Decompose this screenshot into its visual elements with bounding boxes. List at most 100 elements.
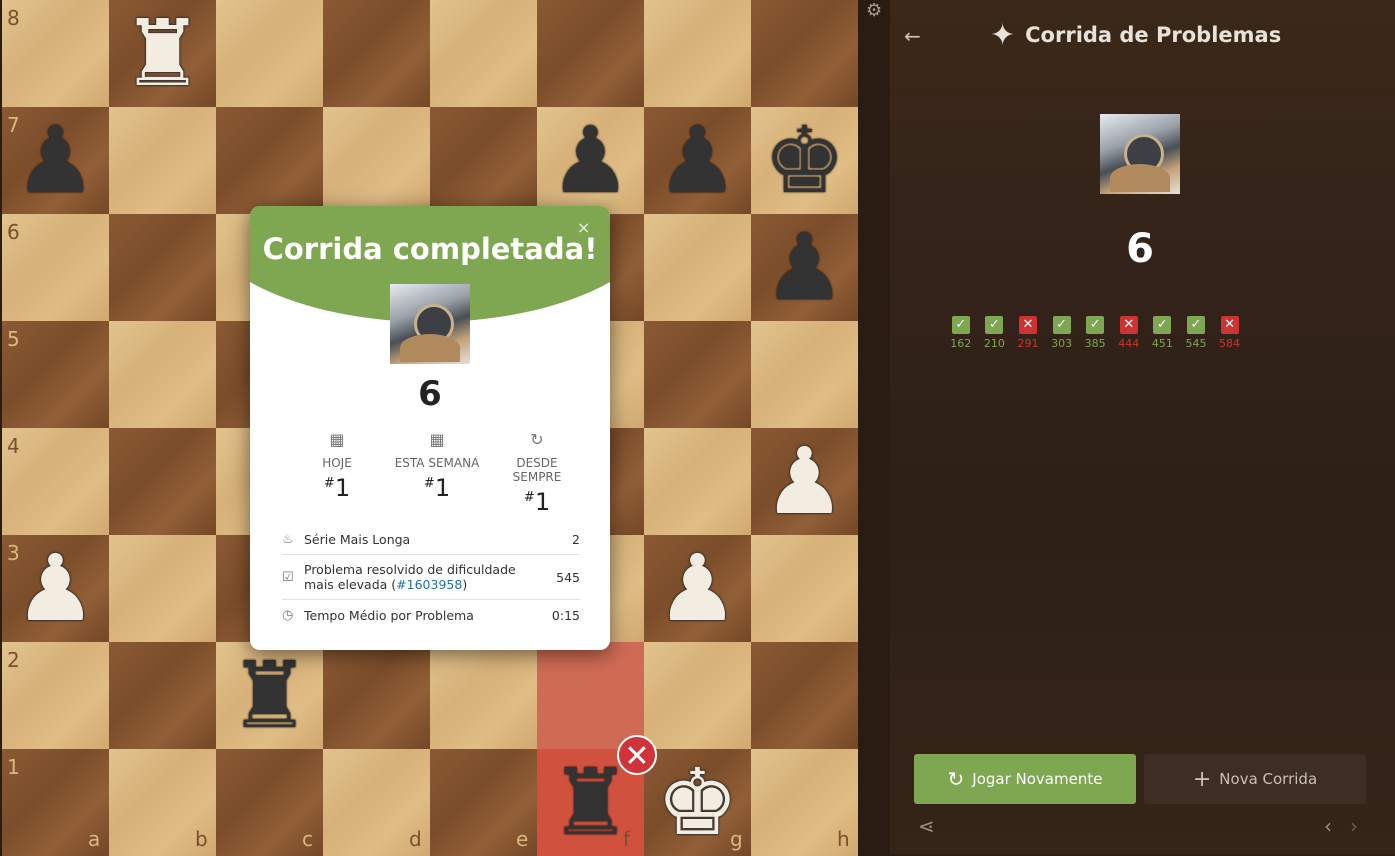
square-g5[interactable] — [644, 321, 751, 428]
square-d8[interactable] — [323, 0, 430, 107]
refresh-icon: ↻ — [947, 767, 965, 791]
white-pawn-a3[interactable]: ♟ — [2, 535, 109, 642]
black-rook-c2[interactable]: ♜ — [216, 642, 323, 749]
rank-label: 4 — [7, 434, 20, 458]
square-e7[interactable] — [430, 107, 537, 214]
result-item[interactable]: ✕ 291 — [1011, 316, 1045, 350]
result-rating: 303 — [1051, 337, 1073, 350]
result-rating: 210 — [983, 337, 1005, 350]
square-b5[interactable] — [109, 321, 216, 428]
white-king-g1[interactable]: ♚ — [644, 749, 751, 856]
refresh-icon: ↻ — [530, 430, 544, 449]
file-label: e — [516, 827, 529, 851]
result-item[interactable]: ✓ 162 — [944, 316, 978, 350]
file-label: c — [302, 827, 313, 851]
share-icon[interactable]: ⋖ — [918, 814, 935, 838]
result-item[interactable]: ✕ 444 — [1112, 316, 1146, 350]
result-item[interactable]: ✓ 545 — [1179, 316, 1213, 350]
square-g2[interactable] — [644, 642, 751, 749]
result-rating: 451 — [1151, 337, 1173, 350]
run-complete-modal: Corrida completada! × 6 ▦ HOJE #1 ▦ ESTA SEM… — [250, 206, 610, 650]
square-g8[interactable] — [644, 0, 751, 107]
result-item[interactable]: ✓ 385 — [1078, 316, 1112, 350]
result-item[interactable]: ✕ 584 — [1213, 316, 1247, 350]
square-h3[interactable] — [751, 535, 858, 642]
file-label: b — [195, 827, 208, 851]
square-h2[interactable] — [751, 642, 858, 749]
sidebar-strip — [858, 0, 890, 854]
check-icon: ✓ — [1086, 316, 1105, 334]
rank-item: ▦ HOJE #1 — [292, 430, 382, 516]
result-rating: 444 — [1118, 337, 1140, 350]
black-pawn-a7[interactable]: ♟ — [2, 107, 109, 214]
wrong-move-icon: ✕ — [617, 735, 657, 775]
puzzle-icon: ✦ — [990, 17, 1016, 53]
result-rating: 584 — [1219, 337, 1241, 350]
square-b3[interactable] — [109, 535, 216, 642]
square-h8[interactable] — [751, 0, 858, 107]
close-icon[interactable]: × — [577, 218, 590, 237]
rank-value: #1 — [523, 488, 551, 516]
calendar-icon: ▦ — [329, 430, 345, 449]
puzzle-link[interactable]: #1603958 — [396, 577, 462, 592]
play-again-button[interactable]: ↻ Jogar Novamente — [914, 754, 1136, 804]
result-rating: 291 — [1017, 337, 1039, 350]
rank-value: #1 — [423, 474, 451, 502]
square-e2[interactable] — [430, 642, 537, 749]
white-pawn-h4[interactable]: ♟ — [751, 428, 858, 535]
new-run-button[interactable]: + Nova Corrida — [1144, 754, 1366, 804]
stat-hardest: ☑ Problema resolvido de dificuldade mais… — [282, 555, 580, 600]
rank-label: 2 — [7, 648, 20, 672]
square-f2[interactable] — [537, 642, 644, 749]
white-rook-b8[interactable]: ♜ — [109, 0, 216, 107]
stats-list: ♨ Série Mais Longa 2 ☑ Problema resolvid… — [282, 524, 580, 630]
black-pawn-f7[interactable]: ♟ — [537, 107, 644, 214]
black-pawn-h6[interactable]: ♟ — [751, 214, 858, 321]
chevron-right-icon[interactable]: › — [1350, 814, 1358, 838]
square-g6[interactable] — [644, 214, 751, 321]
rank-label: HOJE — [322, 456, 352, 470]
square-b6[interactable] — [109, 214, 216, 321]
sidebar-title: Corrida de Problemas — [1025, 23, 1282, 47]
result-rating: 545 — [1185, 337, 1207, 350]
square-c8[interactable] — [216, 0, 323, 107]
result-item[interactable]: ✓ 303 — [1045, 316, 1079, 350]
check-icon: ✓ — [1052, 316, 1071, 334]
rank-item: ↻ DESDE SEMPRE #1 — [492, 430, 582, 516]
black-king-h7[interactable]: ♚ — [751, 107, 858, 214]
result-item[interactable]: ✓ 451 — [1146, 316, 1180, 350]
calendar-icon: ▦ — [429, 430, 445, 449]
plus-icon: + — [1192, 766, 1212, 792]
stat-hardest-value: 545 — [556, 569, 580, 585]
new-run-label: Nova Corrida — [1219, 770, 1318, 788]
stat-time: ◷ Tempo Médio por Problema 0:15 — [282, 600, 580, 630]
back-arrow-icon[interactable]: ← — [904, 24, 921, 48]
results-list: ✓ 162 ✓ 210 ✕ 291 ✓ 303 ✓ 385 ✕ 444 ✓ 451 ✓ 545 ✕ 584 — [944, 316, 1246, 350]
square-e8[interactable] — [430, 0, 537, 107]
clock-icon: ◷ — [282, 607, 294, 623]
chevron-left-icon[interactable]: ‹ — [1324, 814, 1332, 838]
square-f8[interactable] — [537, 0, 644, 107]
square-c7[interactable] — [216, 107, 323, 214]
result-item[interactable]: ✓ 210 — [978, 316, 1012, 350]
stat-streak-label: Série Mais Longa — [304, 531, 411, 547]
square-g4[interactable] — [644, 428, 751, 535]
square-d2[interactable] — [323, 642, 430, 749]
square-b7[interactable] — [109, 107, 216, 214]
modal-avatar — [390, 284, 470, 364]
black-pawn-g7[interactable]: ♟ — [644, 107, 751, 214]
modal-score: 6 — [418, 374, 442, 414]
x-icon: ✕ — [1220, 316, 1239, 334]
rank-label: 1 — [7, 755, 20, 779]
square-d7[interactable] — [323, 107, 430, 214]
stat-hardest-close: ) — [462, 577, 468, 592]
result-rating: 162 — [950, 337, 972, 350]
stat-time-label: Tempo Médio por Problema — [304, 607, 474, 623]
file-label: d — [409, 827, 422, 851]
square-b2[interactable] — [109, 642, 216, 749]
square-b4[interactable] — [109, 428, 216, 535]
square-h5[interactable] — [751, 321, 858, 428]
checkbox-icon: ☑ — [282, 569, 294, 585]
gear-icon[interactable]: ⚙ — [866, 0, 882, 21]
white-pawn-g3[interactable]: ♟ — [644, 535, 751, 642]
